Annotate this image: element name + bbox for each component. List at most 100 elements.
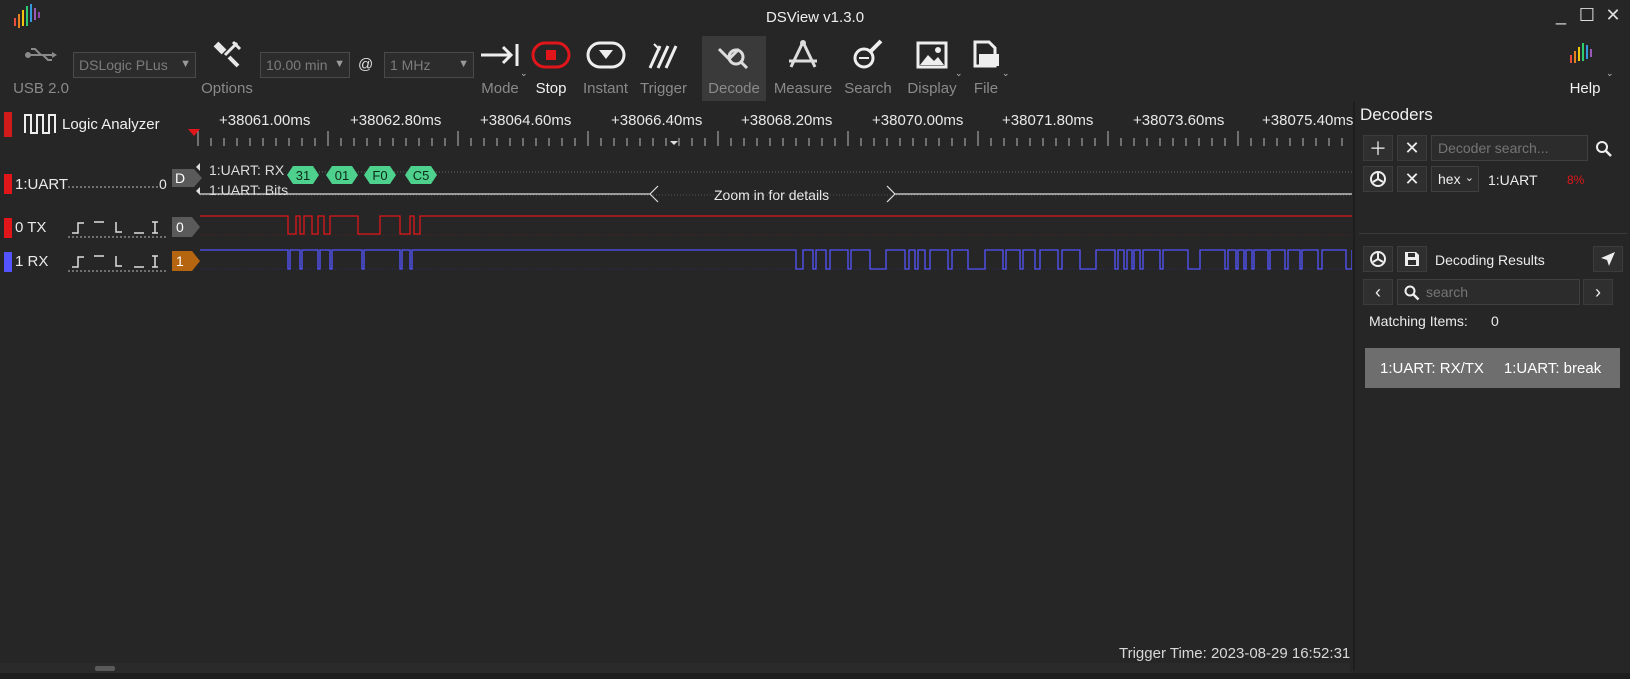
format-select[interactable]: hex ⌄: [1431, 166, 1479, 192]
plus-icon: ＋: [1369, 139, 1387, 159]
usb-button[interactable]: USB 2.0: [10, 36, 72, 101]
mode-icon: [475, 36, 525, 74]
waveform-view[interactable]: D 31 01 F0 C501: [0, 101, 1352, 661]
measure-label: Measure: [773, 80, 833, 97]
instant-label: Instant: [582, 80, 629, 97]
uart-channel-label[interactable]: 1:UART: [15, 176, 68, 193]
previous-result-button[interactable]: ‹: [1363, 279, 1393, 305]
device-select[interactable]: DSLogic PLus ▼: [73, 52, 196, 78]
search-icon: [840, 36, 896, 74]
search-button[interactable]: Search: [840, 36, 896, 101]
delete-decoder-button[interactable]: ✕: [1397, 166, 1427, 192]
navigate-icon: [1601, 252, 1615, 266]
decoded-byte-label: F0: [372, 168, 387, 183]
cursor-marker-icon: [670, 141, 678, 145]
close-icon[interactable]: ✕: [1602, 4, 1624, 26]
decoder-options-button[interactable]: [1363, 166, 1393, 192]
chevron-left-icon: ‹: [1375, 281, 1381, 302]
save-icon: [1405, 252, 1419, 266]
stop-button[interactable]: Stop: [527, 36, 575, 101]
matching-items-count: 0: [1491, 313, 1499, 329]
zoom-hint: Zoom in for details: [714, 187, 830, 203]
decode-icon: [702, 36, 766, 74]
decoded-byte-label: 31: [296, 168, 310, 183]
close-icon: ✕: [1404, 168, 1420, 189]
options-label: Options: [201, 80, 253, 97]
tools-icon: [196, 36, 258, 74]
decoder-search-input[interactable]: [1438, 140, 1581, 156]
rx-channel-label[interactable]: 1 RX: [15, 253, 48, 270]
help-button[interactable]: Help: [1562, 36, 1608, 101]
measure-icon: [772, 36, 834, 74]
uart-channel-index: 0: [159, 176, 167, 192]
toolbar: USB 2.0 DSLogic PLus ▼ Options 10.00 min ▼…: [0, 36, 1630, 101]
format-value: hex: [1438, 171, 1461, 187]
decoder-name: 1:UART: [1488, 172, 1538, 188]
decoder-search-field[interactable]: [1431, 135, 1588, 161]
zoom-bracket-right: [886, 185, 1352, 203]
help-logo-icon: [1562, 36, 1608, 74]
search-icon: [1404, 285, 1420, 301]
mode-button[interactable]: Mode: [475, 36, 525, 101]
at-label: @: [358, 56, 374, 73]
decoding-results-title: Decoding Results: [1435, 252, 1545, 268]
search-icon[interactable]: [1595, 140, 1613, 158]
chevron-right-icon: ›: [1595, 281, 1601, 302]
next-result-button[interactable]: ›: [1583, 279, 1613, 305]
result-row[interactable]: 1:UART: RX/TX 1:UART: break: [1365, 348, 1620, 388]
title-bar: DSView v1.3.0 _ ☐ ✕: [0, 0, 1630, 36]
duration-value: 10.00 min: [266, 57, 328, 73]
decoders-panel: Decoders ＋ ✕ ✕ hex⌄ 1:UART 8% Decoding R…: [1353, 101, 1630, 671]
remove-all-decoders-button[interactable]: ✕: [1397, 135, 1427, 161]
chevron-down-icon: ▼: [180, 58, 191, 70]
decode-label: Decode: [708, 80, 760, 97]
measure-button[interactable]: Measure: [772, 36, 834, 101]
minimize-icon[interactable]: _: [1550, 4, 1572, 26]
rate-value: 1 MHz: [390, 57, 431, 73]
display-icon: [904, 36, 960, 74]
goto-result-button[interactable]: [1593, 246, 1623, 272]
decode-button[interactable]: Decode: [702, 36, 766, 101]
results-search-input[interactable]: [1404, 284, 1573, 300]
usb-icon: [10, 36, 72, 74]
scrollbar-thumb[interactable]: [95, 666, 115, 671]
decoded-byte-label: C5: [413, 168, 430, 183]
save-results-button[interactable]: [1397, 246, 1427, 272]
close-icon: ✕: [1404, 137, 1420, 158]
display-button[interactable]: Display: [904, 36, 960, 101]
instant-button[interactable]: Instant: [578, 36, 633, 101]
window-bottom-edge: [0, 673, 1630, 679]
add-decoder-button[interactable]: ＋: [1363, 135, 1393, 161]
tx-trigger-options-icon: [72, 221, 158, 234]
result-col-1: 1:UART: RX/TX: [1380, 359, 1484, 377]
chevron-down-icon: ⌄: [1606, 68, 1614, 78]
horizontal-scrollbar[interactable]: [0, 663, 1350, 673]
duration-select[interactable]: 10.00 min ▼: [260, 52, 350, 78]
tx-waveform: [200, 215, 1352, 235]
usb-label: USB 2.0: [13, 80, 69, 97]
stop-label: Stop: [535, 80, 567, 97]
results-options-button[interactable]: [1363, 246, 1393, 272]
instant-icon: [578, 36, 633, 74]
file-button[interactable]: File: [966, 36, 1006, 101]
maximize-icon[interactable]: ☐: [1576, 4, 1598, 26]
rate-select[interactable]: 1 MHz ▼: [384, 52, 474, 78]
trigger-icon: [636, 36, 691, 74]
chevron-down-icon: ⌄: [1002, 68, 1010, 78]
decoded-byte-label: 01: [335, 168, 349, 183]
matching-items-label: Matching Items:: [1369, 313, 1468, 329]
options-button[interactable]: Options: [196, 36, 258, 101]
tx-channel-label[interactable]: 0 TX: [15, 219, 46, 236]
rx-waveform: [200, 249, 1352, 270]
display-label: Display: [907, 80, 957, 97]
uart-row-rx-label: 1:UART: RX: [209, 162, 285, 178]
result-col-2: 1:UART: break: [1503, 359, 1602, 377]
decoder-progress: 8%: [1567, 173, 1585, 187]
chevron-down-icon: ▼: [334, 58, 345, 70]
chevron-down-icon: ▼: [458, 58, 469, 70]
file-icon: [966, 36, 1006, 74]
trigger-button[interactable]: Trigger: [636, 36, 691, 101]
chevron-down-icon: ⌄: [955, 68, 963, 78]
search-label: Search: [844, 80, 892, 97]
results-search-field[interactable]: [1397, 279, 1580, 305]
